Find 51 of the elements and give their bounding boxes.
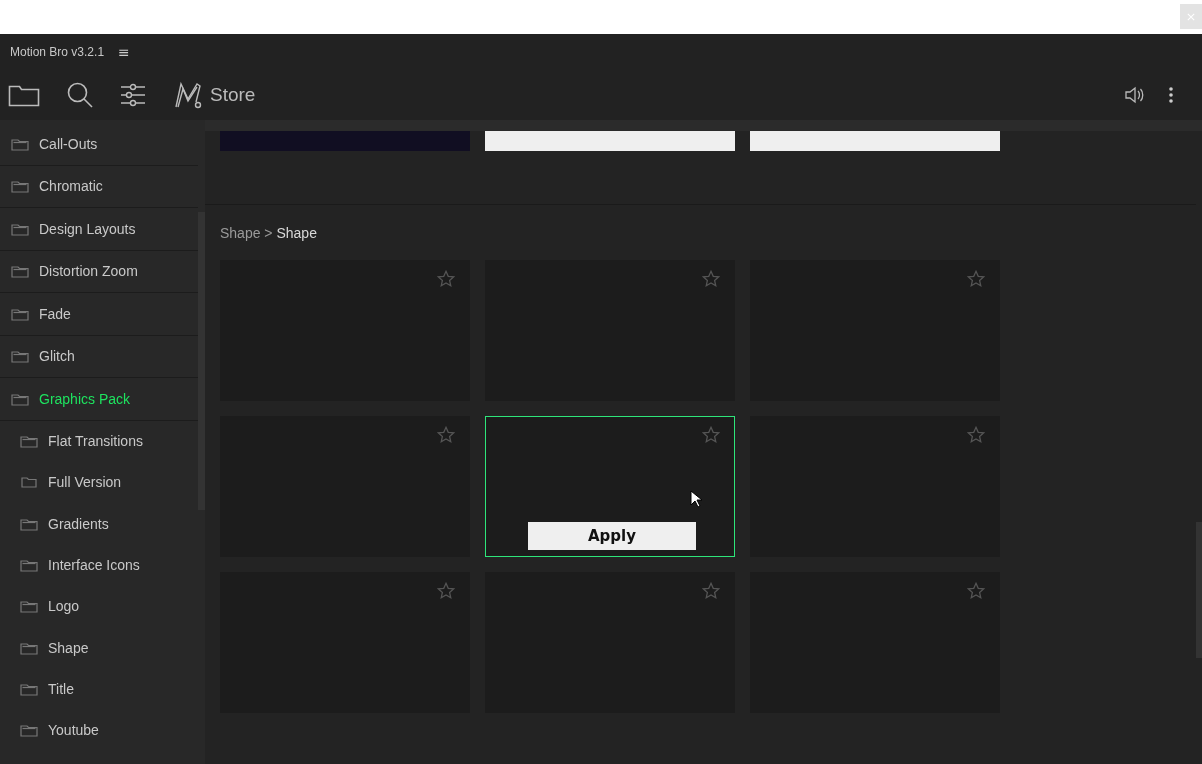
close-icon	[1187, 12, 1195, 21]
store-button[interactable]: Store	[174, 81, 256, 109]
search-icon[interactable]	[66, 81, 94, 109]
sidebar-item[interactable]: Youtube	[0, 709, 198, 751]
folder-icon	[11, 349, 29, 364]
app-title: Motion Bro v3.2.1	[10, 45, 105, 59]
folder-icon	[20, 434, 38, 449]
folder-icon	[20, 723, 38, 738]
folder-icon	[11, 179, 29, 194]
folder-icon	[20, 558, 38, 573]
folder-icon	[11, 264, 29, 279]
star-icon[interactable]	[702, 582, 720, 600]
folder-icon	[11, 391, 29, 406]
star-icon[interactable]	[967, 426, 985, 444]
folder-icon	[20, 516, 38, 531]
sidebar-item[interactable]: Shape	[0, 627, 198, 669]
folder-icon	[20, 681, 38, 696]
star-icon[interactable]	[702, 426, 720, 444]
settings-icon[interactable]	[120, 83, 146, 107]
folder-icon	[11, 306, 29, 321]
apply-button[interactable]: Apply	[528, 522, 696, 550]
thumbnail[interactable]	[220, 131, 470, 151]
speaker-icon[interactable]	[1124, 86, 1144, 104]
star-icon[interactable]	[967, 270, 985, 288]
sidebar-item[interactable]: Flat Transitions	[0, 420, 198, 462]
star-icon[interactable]	[437, 426, 455, 444]
sidebar-item[interactable]: Interface Icons	[0, 544, 198, 586]
thumbnail[interactable]	[750, 131, 1000, 151]
star-icon[interactable]	[437, 270, 455, 288]
star-icon[interactable]	[967, 582, 985, 600]
star-icon[interactable]	[702, 270, 720, 288]
star-icon[interactable]	[437, 582, 455, 600]
cursor-icon	[690, 490, 702, 508]
folder-icon[interactable]	[8, 83, 40, 107]
folder-icon	[20, 475, 38, 490]
more-icon[interactable]	[1168, 86, 1174, 104]
close-button[interactable]	[1180, 4, 1202, 29]
thumbnail[interactable]	[485, 131, 735, 151]
sidebar-item[interactable]: Logo	[0, 585, 198, 627]
folder-icon	[11, 136, 29, 151]
sidebar-item[interactable]: Full Version	[0, 461, 198, 504]
folder-icon	[11, 221, 29, 236]
preset-card[interactable]: Apply	[485, 416, 735, 557]
sidebar-item[interactable]: Gradients	[0, 503, 198, 545]
sidebar-item[interactable]: Call-Outs	[0, 123, 198, 166]
sidebar-item[interactable]: Title	[0, 668, 198, 710]
sidebar-item[interactable]: Chromatic	[0, 165, 198, 208]
menu-button[interactable]: ≡	[118, 44, 130, 60]
breadcrumb: Shape > Shape	[220, 224, 317, 241]
folder-icon	[20, 640, 38, 655]
folder-icon	[20, 599, 38, 614]
